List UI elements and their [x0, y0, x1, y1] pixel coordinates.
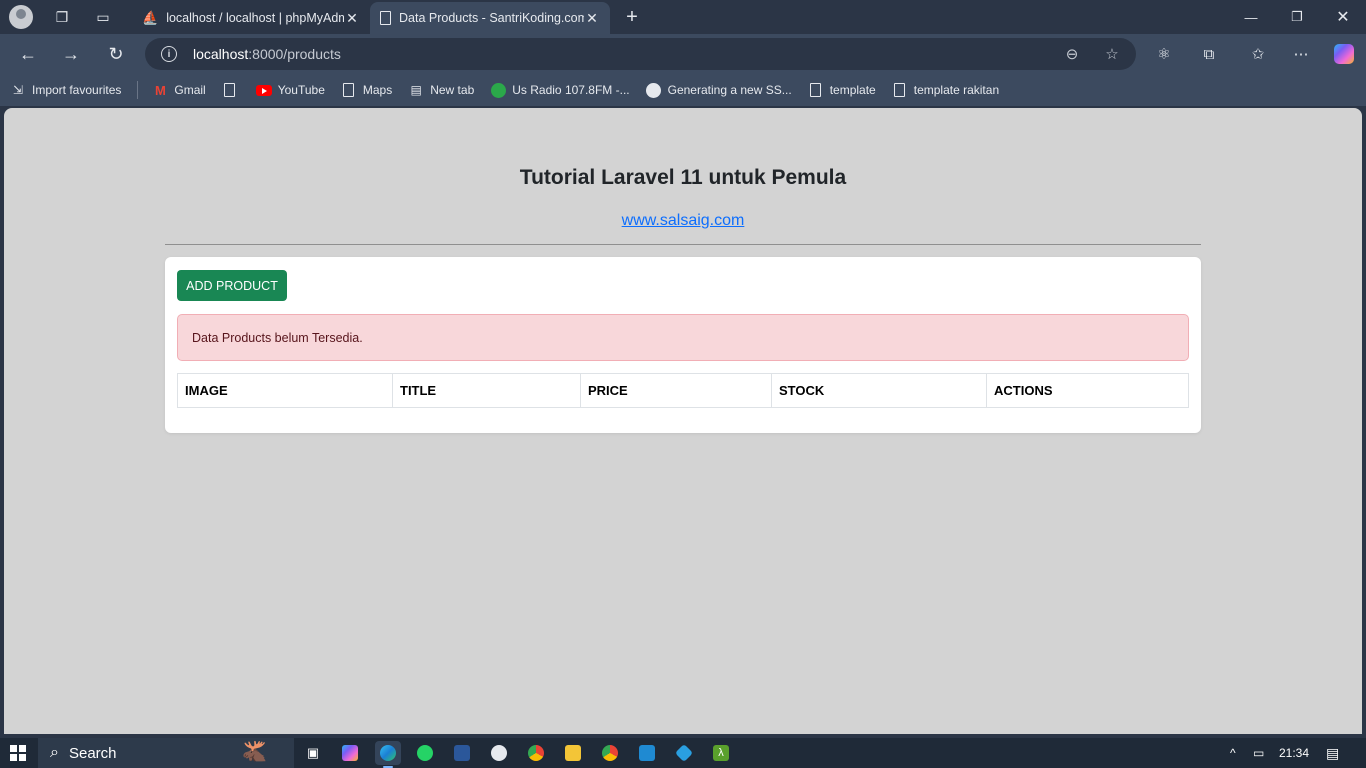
bookmark-radio[interactable]: Us Radio 107.8FM -... — [490, 82, 630, 98]
chrome-icon[interactable] — [523, 741, 549, 765]
battery-icon[interactable]: ▭ — [1253, 738, 1264, 768]
restore-button[interactable]: ❐ — [1274, 0, 1320, 34]
copilot-icon[interactable] — [1328, 38, 1360, 70]
bookmark-import-favourites[interactable]: ⇲ Import favourites — [10, 82, 121, 98]
youtube-icon — [255, 82, 272, 98]
bookmark-github-ssh[interactable]: Generating a new SS... — [646, 82, 792, 98]
chrome-profile-icon[interactable] — [597, 741, 623, 765]
document-icon — [341, 82, 357, 98]
browser-title-bar: ❐ ▭ ⛵ localhost / localhost | phpMyAdm ✕… — [0, 0, 1366, 34]
close-window-button[interactable]: ✕ — [1320, 0, 1366, 34]
task-view-icon[interactable]: ▣ — [300, 741, 326, 765]
products-card: ADD PRODUCT Data Products belum Tersedia… — [165, 257, 1201, 433]
file-explorer-icon[interactable] — [560, 741, 586, 765]
github-icon — [646, 82, 662, 98]
bookmark-new-tab[interactable]: ▤ New tab — [408, 82, 475, 98]
back-button[interactable]: ← — [12, 38, 44, 70]
import-icon: ⇲ — [12, 83, 24, 97]
forward-button[interactable]: → — [55, 38, 87, 70]
new-tab-button[interactable]: + — [618, 4, 646, 30]
newtab-icon: ▤ — [410, 83, 422, 97]
bookmarks-bar: ⇲ Import favourites M Gmail YouTube Maps… — [0, 74, 1366, 106]
tab-actions-icon[interactable]: ▭ — [86, 0, 120, 34]
column-header-price: PRICE — [580, 373, 772, 408]
column-header-actions: ACTIONS — [986, 373, 1189, 408]
tab-title: localhost / localhost | phpMyAdm — [166, 11, 344, 25]
tray-overflow-icon[interactable]: ^ — [1230, 738, 1236, 768]
zoom-icon[interactable]: ⊖ — [1057, 38, 1087, 70]
bookmark-separator — [137, 81, 139, 99]
word-icon[interactable] — [449, 741, 475, 765]
more-menu-icon[interactable]: ⋯ — [1285, 38, 1317, 70]
tab-phpmyadmin[interactable]: ⛵ localhost / localhost | phpMyAdm ✕ — [132, 2, 370, 34]
tab-title: Data Products - SantriKoding.com — [399, 11, 584, 25]
favourite-star-icon[interactable]: ☆ — [1097, 38, 1127, 70]
laragon-icon[interactable]: λ — [708, 741, 734, 765]
github-desktop-icon[interactable] — [486, 741, 512, 765]
alert-text: Data Products belum Tersedia. — [192, 330, 363, 345]
clock[interactable]: 21:34 — [1279, 738, 1309, 768]
start-button[interactable] — [10, 745, 26, 761]
gmail-icon: M — [154, 82, 166, 98]
address-url[interactable]: localhost:8000/products — [193, 46, 341, 62]
phpmyadmin-favicon: ⛵ — [142, 10, 159, 25]
site-link-wrapper: www.salsaig.com — [4, 212, 1362, 230]
notifications-icon[interactable]: ▤ — [1326, 738, 1339, 768]
minimize-button[interactable]: — — [1228, 0, 1274, 34]
radio-icon — [490, 82, 506, 98]
close-tab-icon[interactable]: ✕ — [584, 10, 600, 27]
document-icon — [222, 82, 238, 98]
column-header-image: IMAGE — [177, 373, 393, 408]
products-table: IMAGE TITLE PRICE STOCK ACTIONS — [177, 373, 1189, 408]
react-devtools-icon[interactable]: ⚛ — [1148, 38, 1180, 70]
windows-taskbar: ⌕ Search 🫎 ▣ λ ^ ▭ 21:34 ▤ — [0, 738, 1366, 768]
document-icon — [892, 82, 908, 98]
profile-avatar[interactable] — [9, 5, 33, 29]
page-title: Tutorial Laravel 11 untuk Pemula — [519, 166, 847, 189]
empty-data-alert: Data Products belum Tersedia. — [177, 314, 1189, 361]
edge-icon[interactable] — [375, 741, 401, 768]
app-icon[interactable] — [671, 741, 697, 765]
whatsapp-icon[interactable] — [412, 741, 438, 765]
bookmark-maps[interactable]: Maps — [341, 82, 392, 98]
bookmark-template[interactable]: template — [808, 82, 876, 98]
divider — [165, 244, 1201, 245]
bookmark-youtube[interactable]: YouTube — [255, 82, 325, 98]
browser-toolbar: ← → ↻ i localhost:8000/products ⊖ ☆ ⚛ ⧉ … — [0, 34, 1366, 74]
tab-data-products[interactable]: Data Products - SantriKoding.com ✕ — [370, 2, 610, 34]
page-viewport: Tutorial Laravel 11 untuk Pemula www.sal… — [4, 108, 1362, 734]
column-header-title: TITLE — [392, 373, 581, 408]
search-highlight-moose-icon: 🫎 — [242, 741, 267, 763]
favourites-icon[interactable]: ✩ — [1242, 38, 1274, 70]
search-icon: ⌕ — [50, 744, 59, 761]
close-tab-icon[interactable]: ✕ — [344, 10, 360, 27]
table-header-row: IMAGE TITLE PRICE STOCK ACTIONS — [177, 373, 1189, 408]
add-product-button[interactable]: ADD PRODUCT — [177, 270, 287, 301]
extensions-icon[interactable]: ⧉ — [1193, 38, 1225, 70]
address-bar[interactable]: i localhost:8000/products ⊖ ☆ — [145, 38, 1136, 70]
copilot-taskbar-icon[interactable] — [337, 741, 363, 765]
bookmark-gmail[interactable]: M Gmail — [152, 82, 206, 98]
vscode-icon[interactable] — [634, 741, 660, 765]
refresh-button[interactable]: ↻ — [100, 38, 132, 70]
column-header-stock: STOCK — [771, 373, 987, 408]
bookmark-template-rakitan[interactable]: template rakitan — [892, 82, 999, 98]
document-icon — [808, 82, 824, 98]
workspaces-icon[interactable]: ❐ — [45, 0, 79, 34]
page-favicon-icon — [380, 11, 391, 25]
site-link[interactable]: www.salsaig.com — [622, 212, 745, 229]
bookmark-untitled[interactable] — [222, 82, 244, 98]
site-info-icon[interactable]: i — [161, 46, 177, 62]
